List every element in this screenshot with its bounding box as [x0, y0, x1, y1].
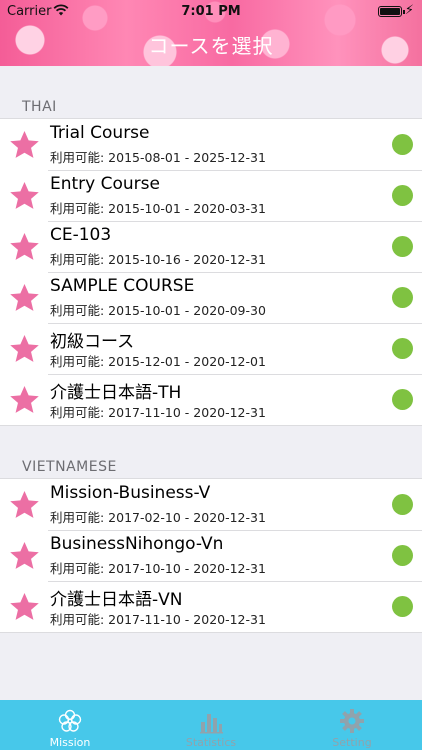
course-period: 利用可能: 2017-11-10 - 2020-12-31: [50, 405, 266, 420]
course-name: Trial Course: [50, 123, 150, 143]
course-period: 利用可能: 2015-10-01 - 2020-09-30: [50, 303, 266, 318]
star-icon: [10, 335, 39, 362]
star-icon: [10, 386, 39, 413]
battery-icon: [378, 6, 405, 17]
clock: 7:01 PM: [181, 4, 241, 19]
status-dot: [392, 287, 413, 308]
tab-bar: Mission Statistics Setting: [0, 700, 422, 750]
tab-label: Mission: [49, 736, 91, 749]
course-period: 利用可能: 2015-10-01 - 2020-03-31: [50, 201, 266, 216]
status-dot: [392, 389, 413, 410]
flower-icon: [58, 709, 82, 732]
tab-statistics[interactable]: Statistics: [141, 700, 281, 750]
course-name: Entry Course: [50, 174, 160, 194]
course-row[interactable]: CE-103 利用可能: 2015-10-16 - 2020-12-31: [0, 221, 422, 272]
course-name: CE-103: [50, 225, 112, 245]
status-dot: [392, 338, 413, 359]
star-icon: [10, 593, 39, 620]
bar-chart-icon: [200, 714, 223, 734]
course-group-vietnamese: Mission-Business-V 利用可能: 2017-02-10 - 20…: [0, 478, 422, 633]
course-period: 利用可能: 2017-02-10 - 2020-12-31: [50, 510, 266, 525]
star-icon: [10, 131, 39, 158]
star-icon: [10, 284, 39, 311]
star-icon: [10, 182, 39, 209]
course-period: 利用可能: 2015-10-16 - 2020-12-31: [50, 252, 266, 267]
section-header-vietnamese: VIETNAMESE: [22, 459, 117, 475]
course-period: 利用可能: 2017-10-10 - 2020-12-31: [50, 561, 266, 576]
status-dot: [392, 596, 413, 617]
course-name: Mission-Business-V: [50, 483, 211, 503]
status-dot: [392, 134, 413, 155]
tab-label: Setting: [332, 736, 372, 749]
course-row[interactable]: BusinessNihongo-Vn 利用可能: 2017-10-10 - 20…: [0, 530, 422, 581]
course-period: 利用可能: 2015-12-01 - 2020-12-01: [50, 354, 266, 369]
page-title: コースを選択: [148, 34, 274, 58]
tab-label: Statistics: [185, 736, 237, 749]
course-period: 利用可能: 2015-08-01 - 2025-12-31: [50, 150, 266, 165]
star-icon: [10, 542, 39, 569]
course-name: SAMPLE COURSE: [50, 276, 195, 296]
course-row[interactable]: SAMPLE COURSE 利用可能: 2015-10-01 - 2020-09…: [0, 272, 422, 323]
course-name: BusinessNihongo-Vn: [50, 534, 224, 554]
course-row[interactable]: Entry Course 利用可能: 2015-10-01 - 2020-03-…: [0, 170, 422, 221]
course-name: 初級コース: [50, 332, 135, 352]
course-row[interactable]: 介護士日本語-VN 利用可能: 2017-11-10 - 2020-12-31: [0, 581, 422, 632]
status-bar: Carrier 7:01 PM ⚡: [0, 0, 422, 22]
status-dot: [392, 545, 413, 566]
star-icon: [10, 233, 39, 260]
course-row[interactable]: Trial Course 利用可能: 2015-08-01 - 2025-12-…: [0, 119, 422, 170]
tab-mission[interactable]: Mission: [0, 700, 140, 750]
header: Carrier 7:01 PM ⚡ コースを選択: [0, 0, 422, 66]
charging-icon: ⚡: [404, 3, 414, 18]
status-dot: [392, 494, 413, 515]
course-row[interactable]: 初級コース 利用可能: 2015-12-01 - 2020-12-01: [0, 323, 422, 374]
course-period: 利用可能: 2017-11-10 - 2020-12-31: [50, 612, 266, 627]
tab-setting[interactable]: Setting: [282, 700, 422, 750]
section-header-thai: THAI: [22, 99, 57, 115]
course-row[interactable]: 介護士日本語-TH 利用可能: 2017-11-10 - 2020-12-31: [0, 374, 422, 425]
status-dot: [392, 236, 413, 257]
course-row[interactable]: Mission-Business-V 利用可能: 2017-02-10 - 20…: [0, 479, 422, 530]
star-icon: [10, 491, 39, 518]
course-name: 介護士日本語-TH: [50, 383, 182, 403]
course-list[interactable]: THAI Trial Course 利用可能: 2015-08-01 - 202…: [0, 66, 422, 700]
course-group-thai: Trial Course 利用可能: 2015-08-01 - 2025-12-…: [0, 118, 422, 426]
status-dot: [392, 185, 413, 206]
course-name: 介護士日本語-VN: [50, 590, 183, 610]
gear-icon: [340, 709, 364, 733]
